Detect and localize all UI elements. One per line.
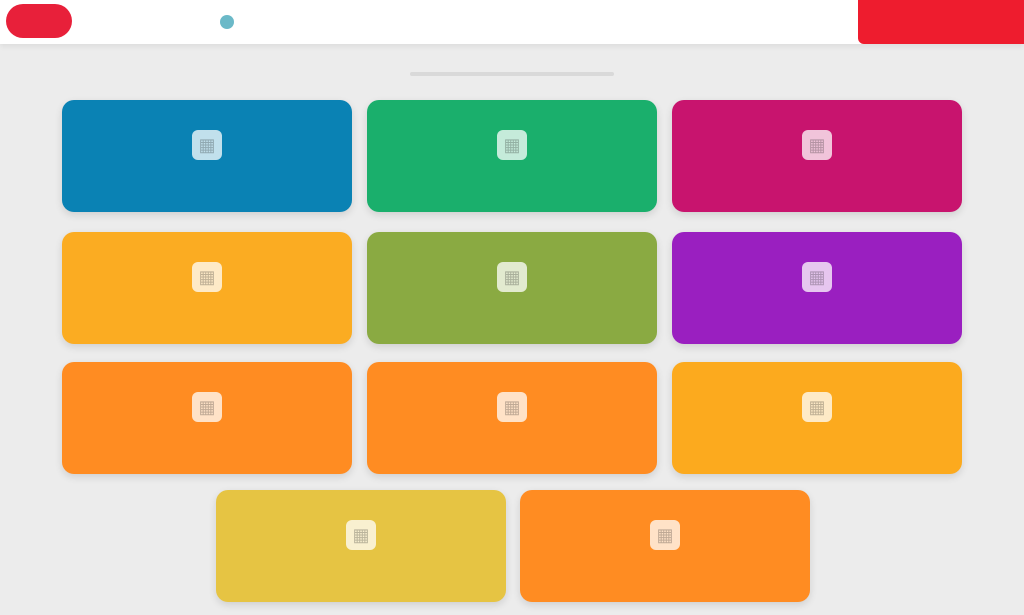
tile-3[interactable]: ▦ xyxy=(672,100,962,212)
grid-icon: ▦ xyxy=(346,520,376,550)
header-cta-button[interactable] xyxy=(858,0,1024,44)
top-navigation-bar xyxy=(0,0,1024,44)
grid-icon: ▦ xyxy=(802,130,832,160)
grid-icon: ▦ xyxy=(650,520,680,550)
tile-2[interactable]: ▦ xyxy=(367,100,657,212)
tile-8[interactable]: ▦ xyxy=(367,362,657,474)
grid-icon: ▦ xyxy=(192,130,222,160)
grid-icon: ▦ xyxy=(497,392,527,422)
tile-4[interactable]: ▦ xyxy=(62,232,352,344)
tile-5[interactable]: ▦ xyxy=(367,232,657,344)
grid-icon: ▦ xyxy=(497,130,527,160)
tile-10[interactable]: ▦ xyxy=(216,490,506,602)
grid-icon: ▦ xyxy=(192,262,222,292)
grid-icon: ▦ xyxy=(192,392,222,422)
circle-icon xyxy=(220,15,234,29)
grid-icon: ▦ xyxy=(802,262,832,292)
tile-6[interactable]: ▦ xyxy=(672,232,962,344)
tile-1[interactable]: ▦ xyxy=(62,100,352,212)
grid-icon: ▦ xyxy=(802,392,832,422)
tile-11[interactable]: ▦ xyxy=(520,490,810,602)
tile-9[interactable]: ▦ xyxy=(672,362,962,474)
tile-7[interactable]: ▦ xyxy=(62,362,352,474)
main-nav xyxy=(100,0,240,44)
nav-item-4[interactable] xyxy=(220,15,240,29)
brand-logo[interactable] xyxy=(6,4,72,38)
title-underline xyxy=(410,72,614,76)
grid-icon: ▦ xyxy=(497,262,527,292)
